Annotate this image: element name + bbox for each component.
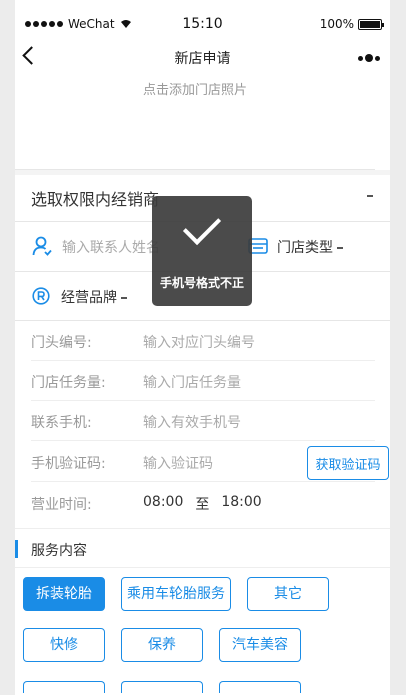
store-type-label: 门店类型 (277, 240, 333, 256)
service-chip[interactable]: 其它 (247, 577, 329, 611)
get-code-button[interactable]: 获取验证码 (307, 446, 389, 480)
contact-name-input[interactable]: 输入联系人姓名 (62, 237, 160, 257)
open-time-picker[interactable]: 08:00 (143, 494, 183, 514)
dropdown-caret-icon (121, 297, 128, 299)
photo-upload-hint: 点击添加门店照片 (142, 83, 247, 98)
checkmark-icon (182, 206, 222, 246)
task-volume-row: 门店任务量: 输入门店任务量 (31, 361, 375, 401)
error-toast: 手机号格式不正 (152, 196, 252, 306)
page-title: 新店申请 (174, 51, 231, 67)
status-bar: WeChat 15:10 100% (15, 0, 390, 48)
door-number-label: 门头编号: (31, 335, 92, 351)
brand-select[interactable]: 经营品牌 (61, 287, 128, 307)
service-chip[interactable]: 汽车美容 (219, 628, 301, 662)
door-number-row: 门头编号: 输入对应门头编号 (31, 321, 375, 361)
battery-percent: 100% (319, 17, 354, 31)
phone-input[interactable]: 输入有效手机号 (143, 412, 241, 432)
user-icon (32, 236, 52, 256)
phone-label: 联系手机: (31, 415, 92, 431)
service-chip-partial[interactable] (23, 681, 105, 693)
dropdown-caret-icon (367, 195, 373, 197)
service-chip[interactable]: 拆装轮胎 (23, 577, 105, 611)
brand-label: 经营品牌 (61, 290, 117, 306)
business-hours-label: 营业时间: (31, 497, 92, 513)
status-right: 100% (319, 17, 384, 31)
service-chip-partial[interactable] (121, 681, 203, 693)
phone-row: 联系手机: 输入有效手机号 (31, 401, 375, 441)
verification-code-label: 手机验证码: (31, 456, 106, 472)
nav-bar: 新店申请 (15, 42, 390, 74)
task-volume-label: 门店任务量: (31, 375, 106, 391)
service-chip-partial[interactable] (219, 681, 301, 693)
store-photo-upload[interactable]: 点击添加门店照片 (15, 74, 375, 170)
service-chip[interactable]: 乘用车轮胎服务 (121, 577, 231, 611)
battery-icon (358, 18, 384, 30)
door-number-input[interactable]: 输入对应门头编号 (143, 332, 255, 352)
verification-code-row: 手机验证码: 输入验证码 获取验证码 (31, 442, 389, 482)
service-chip[interactable]: 快修 (23, 628, 105, 662)
services-title: 服务内容 (31, 543, 87, 559)
business-hours-value: 08:00 至 18:00 (143, 494, 262, 514)
business-hours-row: 营业时间: 08:00 至 18:00 (31, 483, 375, 523)
close-time-picker[interactable]: 18:00 (221, 494, 261, 514)
dropdown-caret-icon (337, 247, 344, 249)
verification-code-input[interactable]: 输入验证码 (143, 453, 213, 473)
registered-icon (32, 287, 50, 305)
hours-separator: 至 (195, 497, 210, 513)
dealer-select-label: 选取权限内经销商 (31, 190, 160, 209)
store-type-select[interactable]: 门店类型 (277, 237, 344, 257)
services-header: 服务内容 (15, 540, 390, 568)
section-accent-bar (15, 540, 18, 558)
toast-message: 手机号格式不正 (159, 276, 244, 290)
task-volume-input[interactable]: 输入门店任务量 (143, 372, 241, 392)
section-divider (15, 528, 390, 529)
service-chip[interactable]: 保养 (121, 628, 203, 662)
more-options-icon[interactable] (358, 54, 380, 62)
phone-screen: WeChat 15:10 100% 新店申请 点击添加门店照片 选取权限内经销商… (15, 0, 390, 695)
